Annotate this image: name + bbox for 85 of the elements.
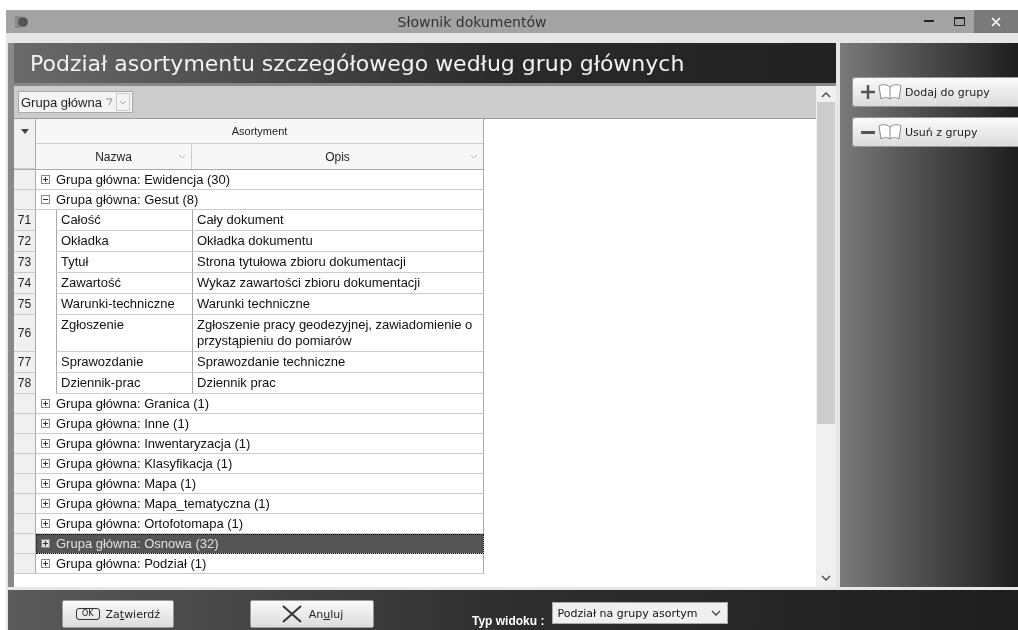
group-row[interactable]: Grupa główna: Inwentaryzacja (1): [36, 434, 484, 454]
expand-icon[interactable]: [41, 559, 50, 568]
group-label: Grupa główna: Mapa_tematyczna (1): [56, 496, 270, 511]
table-cell: Zgłoszenie pracy geodezyjnej, zawiadomienie o przystąpieniu do pomiarów: [192, 315, 484, 352]
row-number: 73: [14, 252, 36, 273]
expand-icon[interactable]: [41, 539, 50, 548]
minus-icon: [861, 130, 875, 134]
add-to-group-button[interactable]: Dodaj do grupy: [852, 77, 1018, 107]
dropdown-icon[interactable]: [711, 610, 722, 616]
group-label: Grupa główna: Inne (1): [56, 416, 189, 431]
window-title: Słownik dokumentów: [396, 13, 548, 30]
ok-key-icon: OK: [75, 608, 100, 620]
table-cell: Okładka dokumentu: [192, 231, 484, 252]
plus-icon: [861, 85, 875, 99]
row-number: 77: [14, 352, 36, 373]
group-row[interactable]: Grupa główna: Inne (1): [36, 414, 484, 434]
expand-icon[interactable]: [41, 439, 50, 448]
table-cell: Strona tytułowa zbioru dokumentacji: [192, 252, 484, 273]
group-by-chip[interactable]: Grupa główna: [18, 91, 133, 113]
book-icon: [878, 83, 902, 101]
collapse-icon[interactable]: [41, 195, 50, 204]
confirm-button[interactable]: OK Zatwierdź: [62, 600, 174, 628]
expand-icon[interactable]: [41, 519, 50, 528]
group-label: Grupa główna: Inwentaryzacja (1): [56, 436, 251, 451]
group-row[interactable]: Grupa główna: Mapa_tematyczna (1): [36, 494, 484, 514]
table-cell: Sprawozdanie techniczne: [192, 352, 484, 373]
row-number: 75: [14, 294, 36, 315]
group-label: Grupa główna: Mapa (1): [56, 476, 197, 491]
table-cell: Zgłoszenie: [56, 315, 192, 352]
expand-icon[interactable]: [41, 459, 50, 468]
band-header: Asortyment: [36, 119, 483, 144]
table-cell: Zawartość: [56, 273, 192, 294]
column-header[interactable]: Nazwa: [36, 144, 192, 169]
minimize-icon[interactable]: [924, 20, 934, 23]
column-header[interactable]: Opis: [192, 144, 483, 169]
expand-icon[interactable]: [41, 419, 50, 428]
table-cell: Cały dokument: [192, 210, 484, 231]
group-label: Grupa główna: Gesut (8): [56, 192, 199, 207]
group-label: Grupa główna: Podział (1): [56, 556, 207, 571]
group-row[interactable]: Grupa główna: Osnowa (32): [36, 534, 484, 554]
group-row[interactable]: Grupa główna: Gesut (8): [36, 190, 484, 210]
table-cell: Tytuł: [56, 252, 192, 273]
row-number: 72: [14, 231, 36, 252]
maximize-icon[interactable]: [953, 17, 965, 26]
page-heading: Podział asortymentu szczegółowego według grup głównych: [14, 43, 836, 83]
view-type-label: Typ widoku :: [472, 614, 545, 628]
scrollbar[interactable]: [816, 86, 836, 587]
column-chooser-icon[interactable]: [20, 129, 29, 134]
row-number: 74: [14, 273, 36, 294]
group-row[interactable]: Grupa główna: Ewidencja (30): [36, 170, 484, 190]
group-row[interactable]: Grupa główna: Klasyfikacja (1): [36, 454, 484, 474]
scroll-down-icon[interactable]: [821, 575, 831, 581]
cancel-button[interactable]: Anuluj: [250, 600, 374, 628]
group-row[interactable]: Grupa główna: Mapa (1): [36, 474, 484, 494]
book-icon: [878, 123, 902, 141]
row-number: 76: [14, 315, 36, 352]
scroll-up-icon[interactable]: [821, 92, 831, 98]
app-icon: [14, 13, 30, 30]
row-number: 71: [14, 210, 36, 231]
expand-icon[interactable]: [41, 499, 50, 508]
close-icon[interactable]: [991, 16, 1001, 27]
row-number: 78: [14, 373, 36, 394]
group-row[interactable]: Grupa główna: Granica (1): [36, 394, 484, 414]
group-label: Grupa główna: Klasyfikacja (1): [56, 456, 233, 471]
group-row[interactable]: Grupa główna: Podział (1): [36, 554, 484, 574]
group-label: Grupa główna: Ewidencja (30): [56, 172, 231, 187]
cross-icon: [280, 605, 303, 623]
expand-icon[interactable]: [41, 399, 50, 408]
sort-icon[interactable]: [104, 98, 113, 106]
group-row[interactable]: Grupa główna: Ortofotomapa (1): [36, 514, 484, 534]
remove-from-group-button[interactable]: Usuń z grupy: [852, 117, 1018, 147]
group-label: Grupa główna: Ortofotomapa (1): [56, 516, 244, 531]
scroll-thumb[interactable]: [817, 102, 835, 424]
table-cell: Całość: [56, 210, 192, 231]
table-cell: Warunki-techniczne: [56, 294, 192, 315]
expand-icon[interactable]: [41, 479, 50, 488]
table-cell: Warunki techniczne: [192, 294, 484, 315]
group-label: Grupa główna: Granica (1): [56, 396, 210, 411]
table-cell: Wykaz zawartości zbioru dokumentacji: [192, 273, 484, 294]
view-type-select[interactable]: Podział na grupy asortym: [552, 602, 729, 624]
table-cell: Okładka: [56, 231, 192, 252]
expand-icon[interactable]: [41, 175, 50, 184]
group-by-label: Grupa główna: [21, 94, 102, 110]
group-label: Grupa główna: Osnowa (32): [56, 536, 219, 551]
table-cell: Sprawozdanie: [56, 352, 192, 373]
